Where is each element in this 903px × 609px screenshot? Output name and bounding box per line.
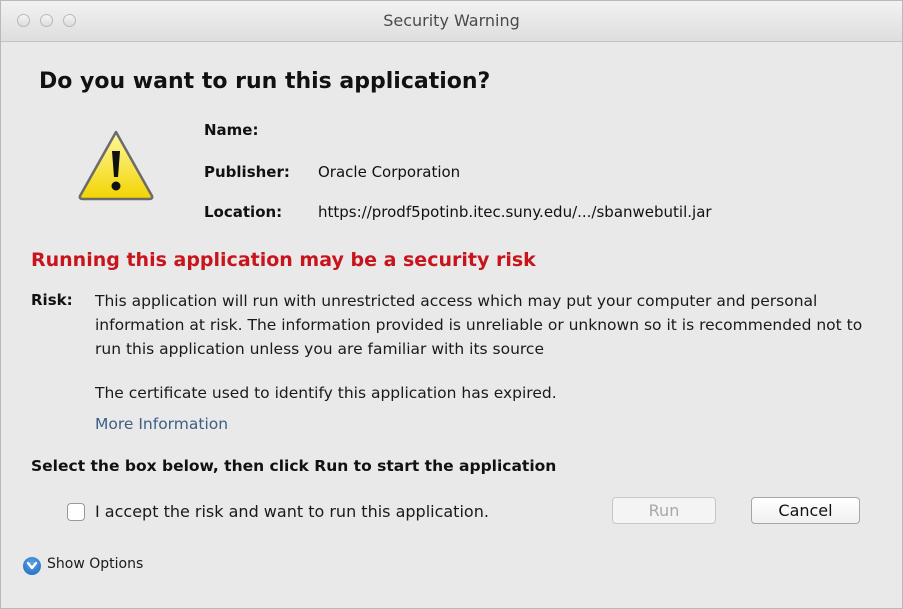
risk-description: This application will run with unrestric… (95, 292, 863, 358)
accept-risk-checkbox[interactable] (67, 503, 85, 521)
location-label: Location: (204, 203, 283, 221)
show-options-label[interactable]: Show Options (47, 556, 143, 572)
name-label: Name: (204, 121, 259, 139)
risk-label: Risk: (31, 291, 73, 309)
cancel-button[interactable]: Cancel (751, 497, 860, 524)
dialog-heading: Do you want to run this application? (39, 69, 491, 94)
more-information-link[interactable]: More Information (95, 415, 228, 433)
window-title: Security Warning (383, 11, 520, 30)
warning-triangle-icon (78, 130, 154, 201)
location-value: https://prodf5potinb.itec.suny.edu/.../s… (318, 203, 712, 221)
publisher-label: Publisher: (204, 163, 290, 181)
risk-title: Running this application may be a securi… (31, 249, 536, 271)
security-warning-window: Security Warning Do you want to run this… (0, 0, 903, 609)
run-button[interactable]: Run (612, 497, 716, 524)
title-bar[interactable]: Security Warning (1, 1, 902, 42)
chevron-down-circle-icon[interactable] (23, 557, 41, 575)
certificate-expired-text: The certificate used to identify this ap… (95, 384, 557, 402)
publisher-value: Oracle Corporation (318, 163, 461, 181)
select-instruction: Select the box below, then click Run to … (31, 457, 557, 475)
accept-risk-label[interactable]: I accept the risk and want to run this a… (95, 502, 489, 521)
